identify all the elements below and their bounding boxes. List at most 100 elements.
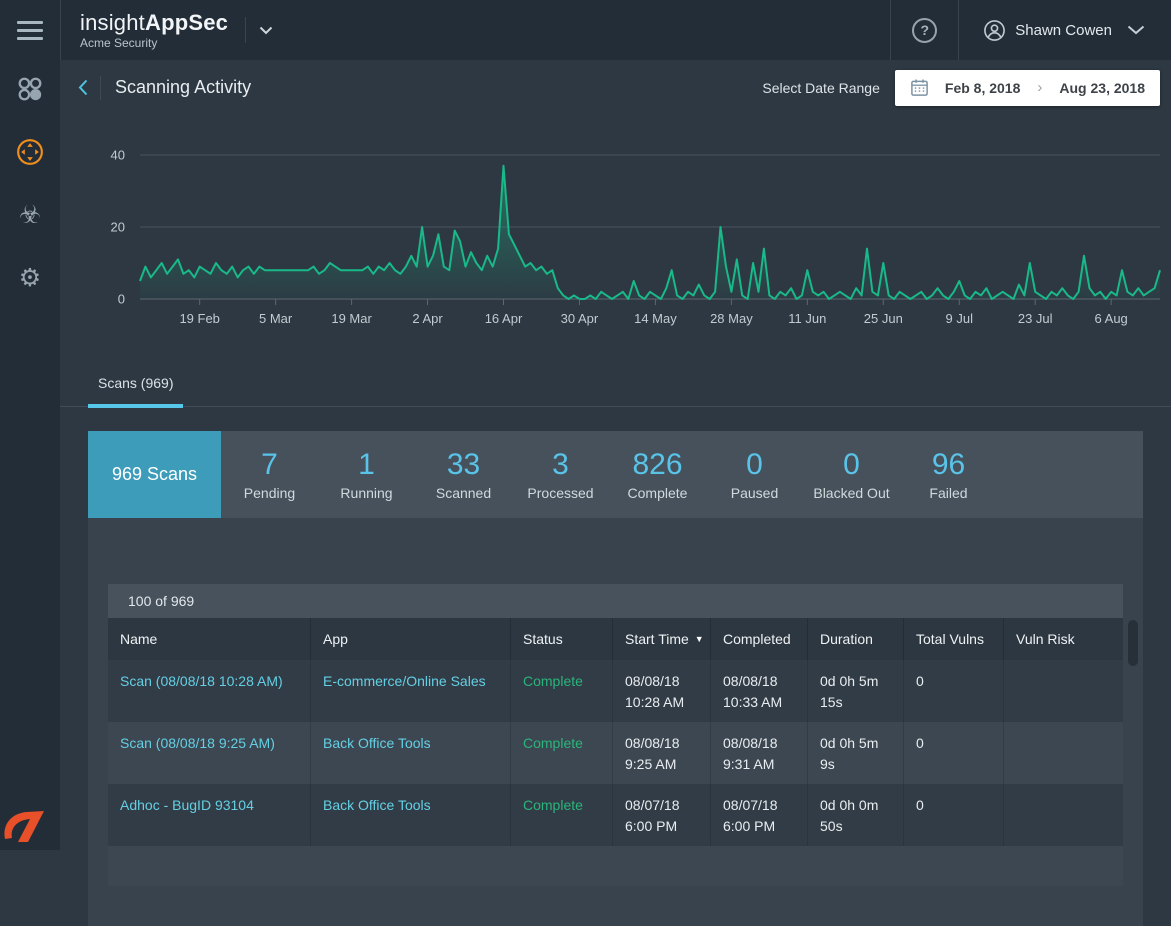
column-header-status[interactable]: Status (510, 618, 612, 660)
stat-label: Blacked Out (813, 485, 889, 501)
svg-text:11 Jun: 11 Jun (788, 311, 826, 326)
stat-value: 826 (632, 448, 682, 482)
date-to: Aug 23, 2018 (1059, 80, 1145, 96)
vuln-risk-cell (1003, 660, 1123, 722)
app-link[interactable]: Back Office Tools (310, 722, 510, 784)
divider (100, 76, 101, 100)
apps-grid-icon[interactable] (15, 74, 45, 104)
svg-text:30 Apr: 30 Apr (561, 311, 599, 326)
total-scans-filter[interactable]: 969 Scans (88, 431, 221, 518)
svg-text:6 Aug: 6 Aug (1095, 311, 1128, 326)
table-header-row: NameAppStatusStart Time▼CompletedDuratio… (108, 618, 1123, 660)
svg-text:19 Feb: 19 Feb (179, 311, 219, 326)
scan-status-filter-failed[interactable]: 96 Failed (900, 431, 997, 518)
scan-status-filter-scanned[interactable]: 33 Scanned (415, 431, 512, 518)
result-count: 100 of 969 (128, 593, 194, 609)
svg-text:20: 20 (111, 220, 125, 235)
user-menu[interactable]: Shawn Cowen (959, 19, 1171, 42)
vuln-risk-cell (1003, 784, 1123, 846)
sidebar: ☣ ⚙ (0, 0, 60, 850)
completed-cell: 08/08/18 9:31 AM (710, 722, 807, 784)
main-content: Scanning Activity Select Date Range (60, 60, 1171, 926)
column-header-completed[interactable]: Completed (710, 618, 807, 660)
stat-value: 0 (843, 448, 860, 482)
tab-scans[interactable]: Scans (969) (88, 375, 183, 408)
table-row: Scan (08/08/18 10:28 AM)E-commerce/Onlin… (108, 660, 1123, 722)
duration-cell: 0d 0h 0m 50s (807, 784, 903, 846)
back-button[interactable] (72, 79, 94, 96)
stat-label: Running (340, 485, 392, 501)
page-header: Scanning Activity Select Date Range (60, 60, 1171, 115)
svg-text:23 Jul: 23 Jul (1018, 311, 1053, 326)
duration-cell: 0d 0h 5m 15s (807, 660, 903, 722)
settings-gear-icon[interactable]: ⚙ (15, 263, 45, 293)
column-header-total-vulns[interactable]: Total Vulns (903, 618, 1003, 660)
svg-text:9 Jul: 9 Jul (946, 311, 974, 326)
hamburger-menu-button[interactable] (0, 0, 60, 60)
scan-name-link[interactable]: Scan (08/08/18 9:25 AM) (108, 722, 310, 784)
stat-label: Complete (628, 485, 688, 501)
stat-label: Failed (929, 485, 967, 501)
date-range-arrow-icon: › (1037, 79, 1042, 96)
scan-status-filter-processed[interactable]: 3 Processed (512, 431, 609, 518)
svg-text:40: 40 (111, 148, 125, 163)
start-time-cell: 08/08/18 10:28 AM (612, 660, 710, 722)
stat-value: 7 (261, 448, 278, 482)
column-header-vuln-risk[interactable]: Vuln Risk (1003, 618, 1123, 660)
completed-cell: 08/08/18 10:33 AM (710, 660, 807, 722)
app-link[interactable]: E-commerce/Online Sales (310, 660, 510, 722)
svg-text:2 Apr: 2 Apr (412, 311, 443, 326)
scan-status-filter-running[interactable]: 1 Running (318, 431, 415, 518)
column-header-app[interactable]: App (310, 618, 510, 660)
scan-name-link[interactable]: Scan (08/08/18 10:28 AM) (108, 660, 310, 722)
app-link[interactable]: Back Office Tools (310, 784, 510, 846)
table-scrollbar-thumb[interactable] (1128, 620, 1138, 666)
help-button[interactable]: ? (891, 0, 958, 60)
column-header-start-time[interactable]: Start Time▼ (612, 618, 710, 660)
stat-label: Paused (731, 485, 778, 501)
table-body: Scan (08/08/18 10:28 AM)E-commerce/Onlin… (108, 660, 1123, 886)
product-switcher-chevron-icon[interactable] (259, 26, 273, 35)
status-cell: Complete (510, 784, 612, 846)
date-from: Feb 8, 2018 (945, 80, 1021, 96)
tab-bar: Scans (969) (60, 360, 1171, 407)
stat-label: Scanned (436, 485, 491, 501)
date-range-label: Select Date Range (762, 80, 880, 96)
product-name-bold: AppSec (145, 10, 228, 35)
user-menu-chevron-icon (1127, 25, 1145, 35)
stat-value: 96 (932, 448, 965, 482)
scans-table: NameAppStatusStart Time▼CompletedDuratio… (108, 618, 1123, 886)
completed-cell: 08/07/18 6:00 PM (710, 784, 807, 846)
vuln-risk-cell (1003, 722, 1123, 784)
user-avatar-icon (983, 19, 1006, 42)
attack-biohazard-icon[interactable]: ☣ (15, 200, 45, 230)
column-header-name[interactable]: Name (108, 618, 310, 660)
scan-status-filter-blacked-out[interactable]: 0 Blacked Out (803, 431, 900, 518)
divider (245, 17, 246, 43)
table-row: Adhoc - BugID 93104Back Office ToolsComp… (108, 784, 1123, 846)
sort-desc-icon: ▼ (695, 634, 704, 644)
svg-text:0: 0 (118, 292, 125, 307)
table-row: Scan (08/08/18 9:25 AM)Back Office Tools… (108, 722, 1123, 784)
svg-text:14 May: 14 May (634, 311, 677, 326)
svg-text:16 Apr: 16 Apr (485, 311, 523, 326)
product-name-light: insight (80, 10, 145, 35)
topbar: insightAppSec Acme Security ? Shawn Cowe… (60, 0, 1171, 60)
stat-value: 33 (447, 448, 480, 482)
total-vulns-cell: 0 (903, 660, 1003, 722)
date-range-picker[interactable]: Feb 8, 2018 › Aug 23, 2018 (895, 70, 1160, 106)
svg-text:28 May: 28 May (710, 311, 753, 326)
column-header-duration[interactable]: Duration (807, 618, 903, 660)
scan-status-filter-paused[interactable]: 0 Paused (706, 431, 803, 518)
svg-text:5 Mar: 5 Mar (259, 311, 293, 326)
help-icon: ? (912, 18, 937, 43)
page-title: Scanning Activity (115, 77, 251, 98)
scan-status-filter-complete[interactable]: 826 Complete (609, 431, 706, 518)
scan-status-filter-pending[interactable]: 7 Pending (221, 431, 318, 518)
stat-label: Pending (244, 485, 295, 501)
scan-name-link[interactable]: Adhoc - BugID 93104 (108, 784, 310, 846)
svg-text:25 Jun: 25 Jun (864, 311, 903, 326)
scan-target-icon-active[interactable] (15, 137, 45, 167)
status-cell: Complete (510, 660, 612, 722)
calendar-icon (910, 78, 929, 97)
